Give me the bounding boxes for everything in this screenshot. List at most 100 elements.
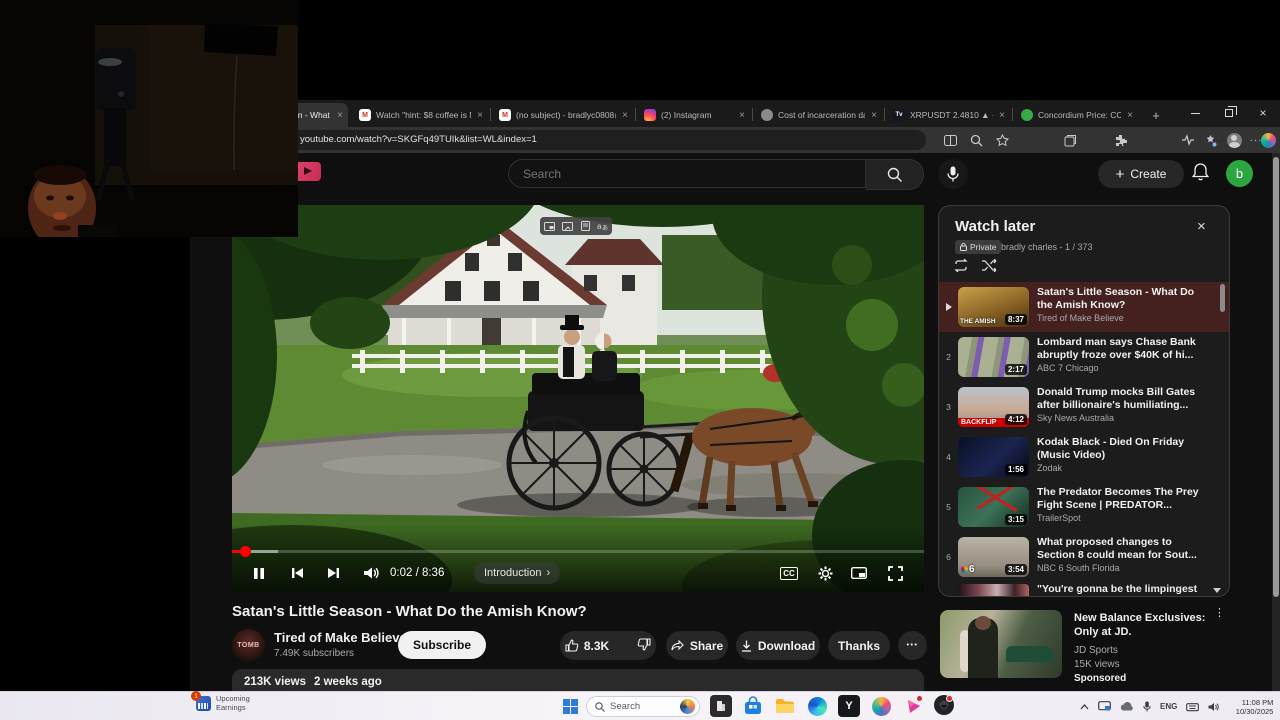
language-indicator[interactable]: ENG [1160, 702, 1177, 711]
scroll-down-icon[interactable] [1213, 588, 1221, 593]
dislike-button[interactable] [637, 637, 663, 654]
fullscreen-button[interactable] [880, 557, 910, 589]
subscribe-button[interactable]: Subscribe [398, 631, 487, 659]
playlist-item-6[interactable]: 6 6 3:54 What proposed changes to Sectio… [939, 532, 1229, 582]
settings-button[interactable] [811, 557, 839, 589]
playlist-item-3[interactable]: 3 BACKFLIP 4:12 Donald Trump mocks Bill … [939, 382, 1229, 432]
item-index: 4 [946, 452, 951, 462]
account-avatar[interactable]: b [1226, 160, 1253, 187]
channel-avatar[interactable]: TOMB [232, 629, 265, 662]
thanks-button[interactable]: Thanks [828, 631, 890, 660]
restore-button[interactable] [1212, 100, 1246, 126]
split-screen-icon[interactable] [942, 132, 958, 148]
app-y-icon[interactable]: Y [838, 695, 860, 717]
previous-button[interactable] [282, 557, 312, 589]
tray-expand-icon[interactable] [1080, 703, 1089, 710]
chapter-label: Introduction [484, 567, 542, 579]
pause-button[interactable] [244, 557, 274, 589]
playlist-item-5[interactable]: 5 3:15 The Predator Becomes The Prey Fig… [939, 482, 1229, 532]
shuffle-icon[interactable] [981, 258, 997, 277]
tab-gmail-1[interactable]: M Watch "hint: $8 coffee is NOT th × [352, 103, 488, 127]
app-media-icon[interactable] [902, 695, 924, 717]
url-field[interactable]: youtube.com/watch?v=SKGFq49TUIk&list=WL&… [286, 130, 926, 150]
tab-tradingview[interactable]: Tv XRPUSDT 2.4810 ▲ +1.71% Unn × [886, 103, 1010, 127]
extensions-icon[interactable] [1112, 132, 1128, 148]
playlist-item-4[interactable]: 4 1:56 Kodak Black - Died On Friday (Mus… [939, 432, 1229, 482]
video-overlay-toolbar[interactable]: aあ [540, 217, 612, 235]
file-explorer-icon[interactable] [774, 695, 796, 717]
touch-keyboard-icon[interactable] [1186, 702, 1200, 712]
tab-gmail-2[interactable]: M (no subject) - bradlyc0808@gma × [492, 103, 633, 127]
taskbar-search[interactable]: Search [586, 696, 700, 717]
notifications-bell-icon[interactable] [1191, 163, 1210, 187]
sponsored-views: 15K views [1074, 659, 1120, 670]
new-tab-button[interactable]: + [1145, 103, 1165, 127]
playlist-scrollbar[interactable] [1220, 284, 1225, 312]
playlist-owner: bradly charles - 1 / 373 [1001, 242, 1093, 252]
tab-close-icon[interactable]: × [1127, 110, 1133, 121]
tab-instagram[interactable]: (2) Instagram × [637, 103, 750, 127]
close-window-button[interactable]: × [1246, 100, 1280, 126]
sponsored-more-icon[interactable]: ⋮ [1214, 608, 1225, 619]
plus-icon: + [1152, 107, 1160, 123]
app-dark-icon[interactable] [934, 695, 954, 715]
next-button[interactable] [318, 557, 348, 589]
profile-avatar-icon[interactable] [1226, 132, 1242, 148]
tab-close-icon[interactable]: × [739, 110, 745, 121]
search-button[interactable] [866, 159, 924, 190]
collections-icon[interactable] [1062, 132, 1078, 148]
progress-bar[interactable] [232, 550, 924, 553]
description-box[interactable]: 213K views 2 weeks ago [232, 669, 924, 691]
tab-close-icon[interactable]: × [477, 110, 483, 121]
like-button[interactable]: 8.3K [553, 639, 609, 653]
volume-button[interactable] [356, 557, 386, 589]
download-button[interactable]: Download [736, 631, 820, 660]
cc-icon: CC [780, 566, 798, 580]
clock[interactable]: 11:08 PM 10/30/2025 [1229, 698, 1274, 716]
tab-incarceration[interactable]: Cost of incarceration daily × [754, 103, 882, 127]
start-button[interactable] [563, 699, 578, 714]
voice-search-button[interactable] [938, 159, 968, 189]
tab-concordium[interactable]: Concordium Price: CCD Live Pric × [1014, 103, 1138, 127]
tab-close-icon[interactable]: × [871, 110, 877, 121]
copilot-icon[interactable] [1260, 132, 1276, 148]
playlist-item-1[interactable]: THE AMISH 8:37 Satan's Little Season - W… [939, 282, 1229, 332]
subtitles-button[interactable]: CC [775, 557, 803, 589]
sponsored-title[interactable]: New Balance Exclusives: Only at JD. [1074, 611, 1206, 639]
onedrive-cloud-icon[interactable] [1120, 702, 1134, 711]
favorites-star-icon[interactable] [994, 132, 1010, 148]
tab-close-icon[interactable]: × [622, 110, 628, 121]
playlist-item-2[interactable]: 2 2:17 Lombard man says Chase Bank abrup… [939, 332, 1229, 382]
taskbar-widget[interactable]: 1 Upcoming Earnings [191, 691, 250, 712]
item-channel: Tired of Make Believe [1037, 313, 1124, 323]
edge-browser-icon[interactable] [806, 695, 828, 717]
create-button[interactable]: + Create [1098, 160, 1184, 188]
display-cast-icon[interactable] [1098, 701, 1111, 712]
page-scrollbar-thumb[interactable] [1273, 157, 1279, 597]
loop-icon[interactable] [953, 258, 969, 277]
miniplayer-button[interactable] [845, 557, 873, 589]
extension-pin-icon[interactable] [1202, 132, 1218, 148]
more-actions-button[interactable]: ••• [898, 631, 927, 660]
chapter-chip[interactable]: Introduction › [474, 562, 561, 584]
lock-icon [960, 243, 967, 251]
volume-tray-icon[interactable] [1208, 702, 1220, 712]
youtube-logo-icon[interactable] [294, 162, 321, 181]
browser-essentials-icon[interactable] [1180, 132, 1196, 148]
microsoft-store-icon[interactable] [742, 695, 764, 717]
close-playlist-icon[interactable]: × [1197, 218, 1206, 235]
sponsored-thumbnail[interactable] [940, 610, 1062, 678]
app-notepad-icon[interactable] [710, 695, 732, 717]
microphone-tray-icon[interactable] [1143, 701, 1151, 712]
copilot-icon[interactable] [870, 695, 892, 717]
tab-close-icon[interactable]: × [999, 110, 1005, 121]
minimize-button[interactable] [1178, 100, 1212, 126]
channel-name[interactable]: Tired of Make Believe [274, 630, 407, 645]
share-button[interactable]: Share [666, 631, 728, 660]
progress-handle[interactable] [240, 546, 251, 557]
playlist-item-7-partial[interactable]: "You're gonna be the limpingest [939, 582, 1229, 596]
tab-close-icon[interactable]: × [337, 110, 343, 121]
search-input[interactable] [508, 159, 866, 188]
video-player[interactable]: aあ 0:02 / 8:36 Introduction › CC [232, 205, 924, 592]
zoom-icon[interactable] [968, 132, 984, 148]
